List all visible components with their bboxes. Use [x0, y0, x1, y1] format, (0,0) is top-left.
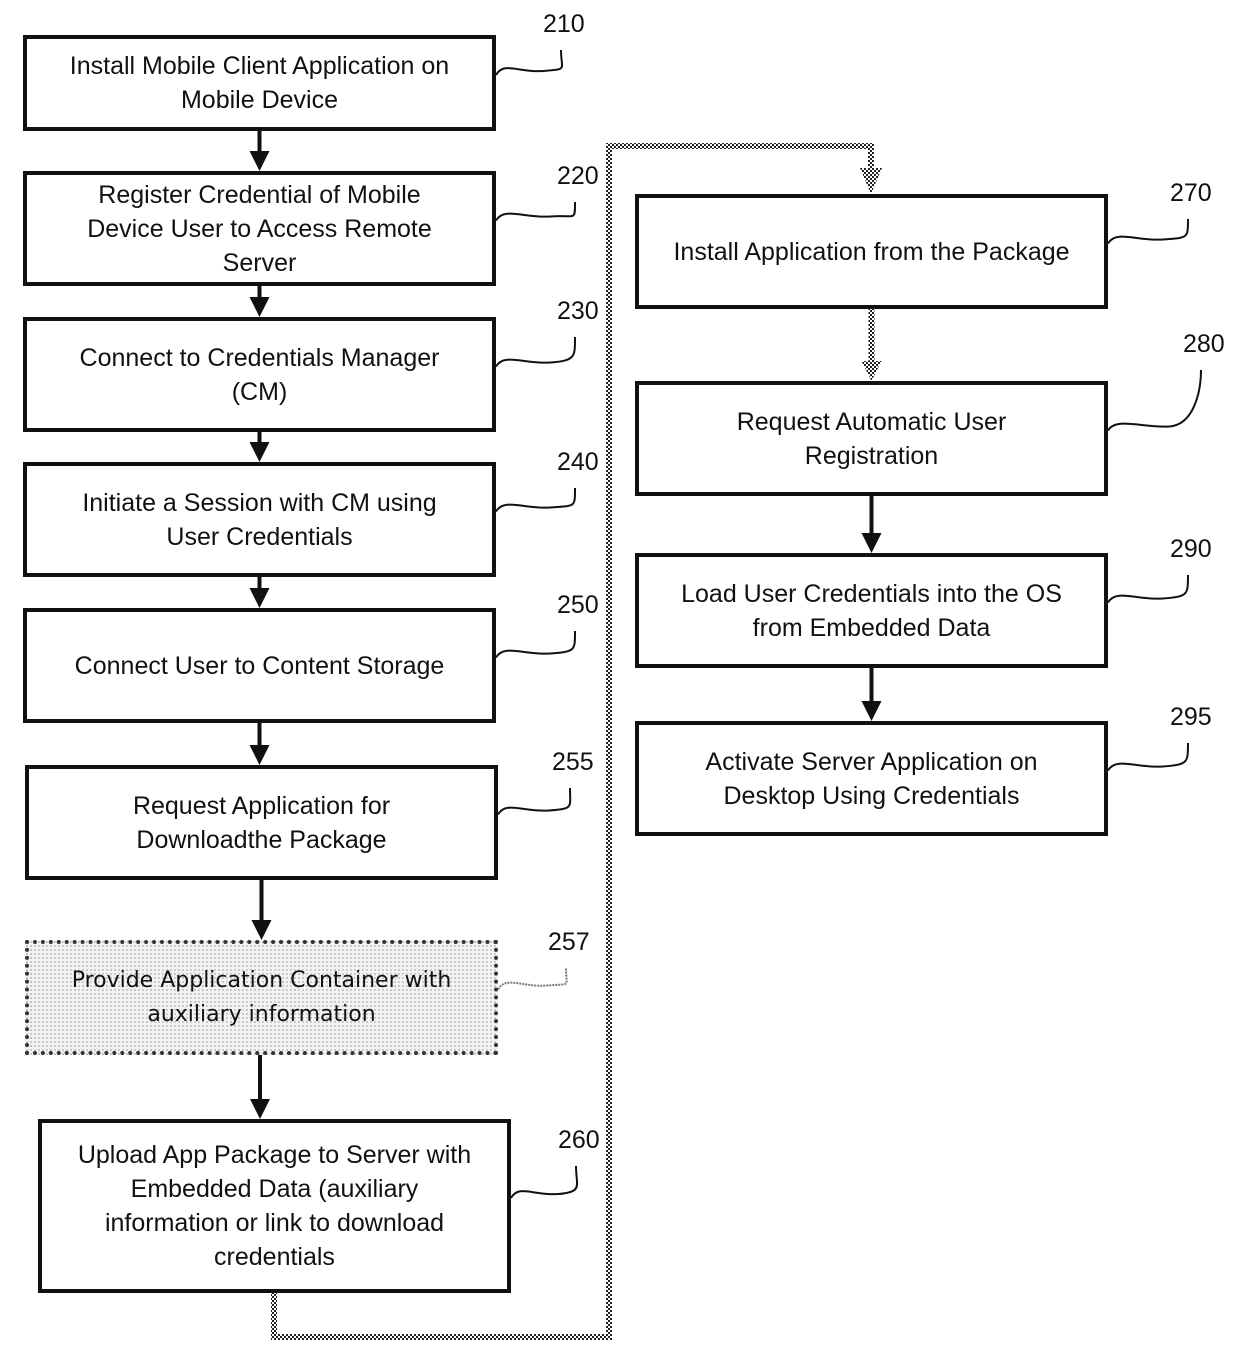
- step-label: Load User Credentials into the OS from E…: [681, 579, 1062, 642]
- arrow-230-to-240: [249, 432, 270, 462]
- step-box-250: Connect User to Content Storage: [23, 608, 496, 723]
- reference-numeral: 240: [557, 448, 599, 476]
- arrowhead-icon: [250, 1099, 270, 1119]
- step-box-280: Request Automatic User Registration: [635, 381, 1108, 496]
- arrow-210-to-220: [249, 131, 270, 171]
- reference-numeral: 295: [1170, 703, 1212, 731]
- step-label: Provide Application Container with auxil…: [71, 967, 452, 1027]
- reference-numeral: 210: [543, 10, 585, 38]
- arrowhead-icon: [249, 442, 270, 462]
- reference-numeral: 250: [557, 591, 599, 619]
- reference-numeral: 257: [548, 928, 590, 956]
- reference-numeral: 280: [1183, 330, 1225, 358]
- arrow-270-to-280: [861, 309, 882, 381]
- step-box-210: Install Mobile Client Application on Mob…: [23, 35, 496, 131]
- arrow-255-to-257: [251, 880, 272, 940]
- arrow-250-to-255: [249, 723, 270, 765]
- leader-line: [1107, 574, 1189, 604]
- reference-numeral: 255: [552, 748, 594, 776]
- leader-line: [495, 630, 577, 659]
- leader-line: [495, 336, 577, 368]
- step-box-255: Request Application for Downloadthe Pack…: [25, 765, 498, 880]
- arrowhead-icon: [861, 701, 882, 721]
- step-label: Request Automatic User Registration: [736, 407, 1007, 470]
- arrowhead-icon: [861, 361, 882, 381]
- reference-numeral: 270: [1170, 179, 1212, 207]
- leader-line: [510, 1165, 579, 1199]
- arrow-240-to-250: [249, 577, 270, 608]
- leader-line: [497, 967, 568, 991]
- arrow-220-to-230: [249, 286, 270, 317]
- arrow-257-to-260: [250, 1055, 270, 1119]
- leader-line: [1107, 369, 1202, 432]
- arrowhead-icon: [249, 588, 270, 608]
- step-label: Install Application from the Package: [673, 237, 1070, 266]
- leader-line: [495, 201, 577, 222]
- leader-line: [1107, 742, 1189, 772]
- arrowhead-icon: [861, 533, 882, 553]
- step-box-270: Install Application from the Package: [635, 194, 1108, 309]
- reference-numeral: 230: [557, 297, 599, 325]
- step-box-230: Connect to Credentials Manager (CM): [23, 317, 496, 432]
- step-label: Upload App Package to Server with Embedd…: [77, 1141, 472, 1271]
- arrowhead-icon: [860, 168, 882, 194]
- step-label: Connect User to Content Storage: [74, 651, 445, 680]
- arrowhead-icon: [249, 151, 270, 171]
- leader-line: [1107, 218, 1189, 245]
- leader-line: [497, 787, 572, 816]
- step-box-260: Upload App Package to Server with Embedd…: [38, 1119, 511, 1293]
- step-label: Connect to Credentials Manager (CM): [79, 343, 440, 406]
- step-box-240: Initiate a Session with CM using User Cr…: [23, 462, 496, 577]
- step-box-290: Load User Credentials into the OS from E…: [635, 553, 1108, 668]
- arrow-280-to-290: [861, 496, 882, 553]
- reference-numeral: 290: [1170, 535, 1212, 563]
- step-label: Install Mobile Client Application on Mob…: [69, 52, 450, 114]
- step-box-257: Provide Application Container with auxil…: [25, 940, 498, 1055]
- arrowhead-icon: [249, 297, 270, 317]
- arrow-290-to-295: [861, 668, 882, 721]
- step-label: Activate Server Application on Desktop U…: [705, 747, 1038, 810]
- step-box-220: Register Credential of Mobile Device Use…: [23, 171, 496, 286]
- reference-numeral: 260: [558, 1126, 600, 1154]
- step-label: Register Credential of Mobile Device Use…: [87, 180, 432, 277]
- step-box-295: Activate Server Application on Desktop U…: [635, 721, 1108, 836]
- leader-line: [495, 49, 564, 76]
- leader-line: [495, 487, 577, 513]
- step-label: Request Application for Downloadthe Pack…: [132, 791, 391, 854]
- reference-numeral: 220: [557, 162, 599, 190]
- arrowhead-icon: [251, 920, 272, 940]
- arrowhead-icon: [249, 745, 270, 765]
- step-label: Initiate a Session with CM using User Cr…: [82, 488, 437, 551]
